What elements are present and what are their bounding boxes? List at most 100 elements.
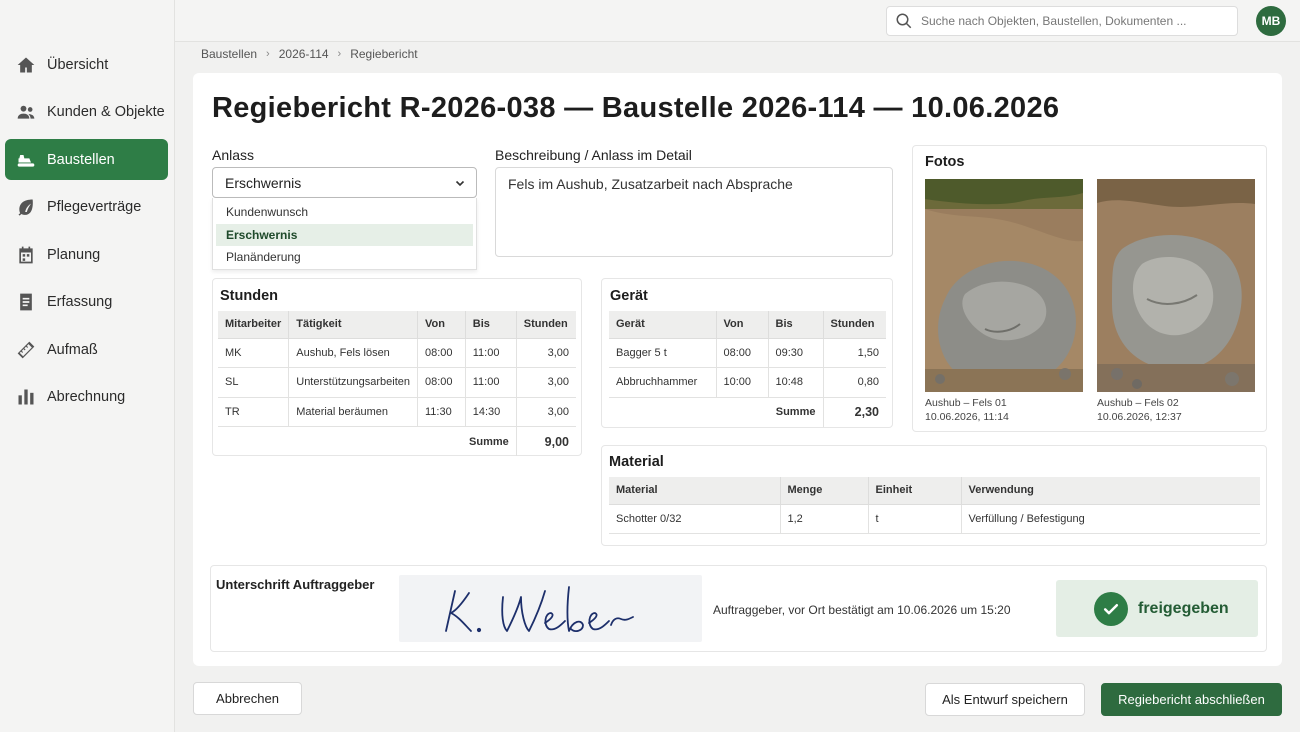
sidebar-item-erfassung[interactable]: Erfassung: [5, 282, 168, 323]
photo-caption: Aushub – Fels 01 10.06.2026, 11:14: [925, 397, 1009, 424]
cell: 11:00: [465, 367, 517, 398]
breadcrumb: Baustellen › 2026-114 › Regiebericht: [201, 47, 418, 61]
table-row[interactable]: SL Unterstützungsarbeiten 08:00 11:00 3,…: [218, 367, 576, 398]
geraet-table: Gerät Von Bis Stunden Bagger 5 t 08:00 0…: [609, 311, 886, 427]
cancel-button[interactable]: Abbrechen: [193, 682, 302, 715]
page-title: Regiebericht R-2026-038 — Baustelle 2026…: [212, 92, 1060, 124]
stunden-table: Mitarbeiter Tätigkeit Von Bis Stunden MK…: [218, 311, 576, 456]
table-row[interactable]: Bagger 5 t 08:00 09:30 1,50: [609, 338, 886, 368]
cell: Bagger 5 t: [609, 338, 717, 368]
cell: 10:00: [716, 367, 769, 398]
chevron-down-icon: [455, 180, 465, 187]
sum-value: 2,30: [854, 405, 879, 419]
cell: t: [868, 504, 962, 534]
table-header-row: Material Menge Einheit Verwendung: [609, 477, 1260, 505]
people-icon: [5, 102, 47, 122]
excavation-photo-1: [925, 179, 1083, 392]
ruler-icon: [5, 340, 47, 360]
cell: 08:00: [417, 367, 466, 398]
anlass-select[interactable]: Erschwernis: [212, 167, 477, 198]
cell: 1,2: [780, 504, 869, 534]
calendar-icon: [5, 245, 47, 265]
cell: 0,80: [823, 367, 886, 398]
sidebar-item-abrechnung[interactable]: Abrechnung: [5, 377, 168, 418]
material-title: Material: [609, 454, 664, 470]
cell: 11:00: [465, 338, 517, 368]
signature-confirmation: Auftraggeber, vor Ort bestätigt am 10.06…: [713, 603, 1011, 617]
table-row[interactable]: Schotter 0/32 1,2 t Verfüllung / Befesti…: [609, 504, 1260, 534]
breadcrumb-item-baustellen[interactable]: Baustellen: [201, 47, 257, 61]
sidebar-item-label: Kunden & Objekte: [47, 104, 165, 120]
column-header: Tätigkeit: [288, 311, 418, 339]
column-header: Verwendung: [961, 477, 1260, 505]
sidebar-item-pflegevertraege[interactable]: Pflegeverträge: [5, 187, 168, 228]
chevron-right-icon: ›: [337, 48, 342, 60]
anlass-selected-value: Erschwernis: [225, 174, 302, 191]
column-header: Einheit: [868, 477, 962, 505]
cell: Schotter 0/32: [609, 504, 781, 534]
sidebar-item-aufmass[interactable]: Aufmaß: [5, 329, 168, 370]
sidebar-item-label: Abrechnung: [47, 389, 126, 405]
sidebar-item-baustellen[interactable]: Baustellen: [5, 139, 168, 180]
save-draft-button[interactable]: Als Entwurf speichern: [925, 683, 1085, 716]
anlass-dropdown: Kundenwunsch Erschwernis Planänderung: [212, 198, 477, 270]
anlass-option-planaenderung[interactable]: Planänderung: [216, 246, 473, 269]
leaf-icon: [5, 197, 47, 217]
search-input[interactable]: [921, 14, 1221, 28]
status-badge: freigegeben: [1056, 580, 1258, 637]
photo-caption-title: Aushub – Fels 01: [925, 397, 1007, 409]
photo-thumbnail[interactable]: [1097, 179, 1255, 392]
beschreibung-label: Beschreibung / Anlass im Detail: [495, 147, 692, 163]
cell: 14:30: [465, 397, 517, 427]
sidebar-item-planung[interactable]: Planung: [5, 234, 168, 275]
search-icon: [896, 13, 912, 29]
stunden-title: Stunden: [220, 288, 278, 304]
bar-chart-icon: [5, 387, 47, 407]
finish-report-button[interactable]: Regiebericht abschließen: [1101, 683, 1282, 716]
sidebar-nav: Übersicht Kunden & Objekte Baustellen Pf…: [5, 44, 168, 424]
cell: TR: [218, 397, 290, 427]
top-bar: MB: [175, 0, 1300, 42]
cell: Material beräumen: [288, 397, 418, 427]
anlass-option-kundenwunsch[interactable]: Kundenwunsch: [216, 201, 473, 224]
beschreibung-textarea[interactable]: Fels im Aushub, Zusatzarbeit nach Abspra…: [495, 167, 893, 257]
photo-thumbnail[interactable]: [925, 179, 1083, 392]
cell: 3,00: [516, 397, 576, 427]
breadcrumb-item-current: Regiebericht: [350, 47, 418, 61]
signature-label: Unterschrift Auftraggeber: [216, 577, 375, 592]
search-box[interactable]: [886, 6, 1238, 36]
sidebar-item-uebersicht[interactable]: Übersicht: [5, 44, 168, 85]
sum-row: Summe 9,00: [218, 426, 576, 456]
sum-label: Summe: [218, 426, 517, 456]
material-table: Material Menge Einheit Verwendung Schott…: [609, 477, 1260, 534]
table-row[interactable]: Abbruchhammer 10:00 10:48 0,80: [609, 367, 886, 398]
avatar[interactable]: MB: [1256, 6, 1286, 36]
cell: 08:00: [716, 338, 769, 368]
signature-pad[interactable]: [399, 575, 702, 642]
document-icon: [5, 292, 47, 312]
check-circle-icon: [1094, 591, 1128, 626]
fotos-title: Fotos: [925, 154, 965, 170]
sum-label: Summe: [609, 397, 824, 427]
table-row[interactable]: TR Material beräumen 11:30 14:30 3,00: [218, 397, 576, 427]
table-header-row: Gerät Von Bis Stunden: [609, 311, 886, 339]
cell: Abbruchhammer: [609, 367, 717, 398]
column-header: Mitarbeiter: [218, 311, 290, 339]
anlass-option-erschwernis[interactable]: Erschwernis: [216, 223, 473, 246]
column-header: Bis: [768, 311, 824, 339]
breadcrumb-item-baustelle[interactable]: 2026-114: [279, 47, 329, 61]
sidebar-item-kunden[interactable]: Kunden & Objekte: [5, 92, 168, 133]
sum-value: 9,00: [544, 434, 569, 449]
table-row[interactable]: MK Aushub, Fels lösen 08:00 11:00 3,00: [218, 338, 576, 368]
photo-caption-time: 10.06.2026, 11:14: [925, 410, 1009, 423]
cell: Verfüllung / Befestigung: [961, 504, 1260, 534]
status-badge-label: freigegeben: [1138, 599, 1229, 617]
column-header: Gerät: [609, 311, 717, 339]
chevron-right-icon: ›: [266, 48, 270, 60]
column-header: Material: [609, 477, 781, 505]
sidebar-item-label: Übersicht: [47, 56, 109, 73]
sum-row: Summe 2,30: [609, 397, 886, 427]
sidebar-item-label: Aufmaß: [47, 341, 98, 358]
cell: MK: [218, 338, 290, 368]
cell: Aushub, Fels lösen: [288, 338, 418, 368]
